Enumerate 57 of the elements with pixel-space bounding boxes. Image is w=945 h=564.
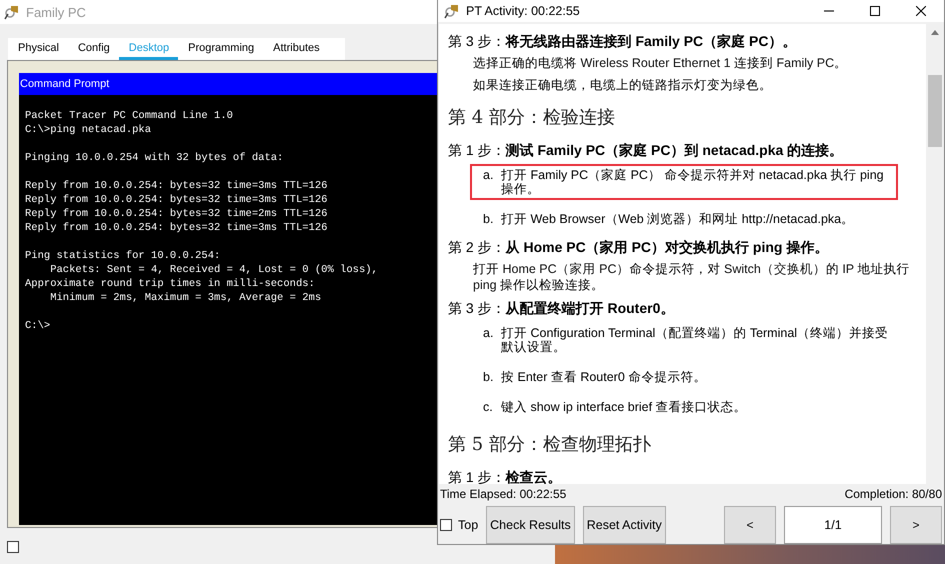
step-heading: 第 3 步：从配置终端打开 Router0。 — [448, 299, 676, 317]
checkbox[interactable] — [7, 541, 19, 553]
terminal-line: Reply from 10.0.0.254: bytes=32 time=3ms TTL=126 — [25, 179, 328, 193]
tab[interactable]: Programming — [178, 38, 264, 60]
close-icon[interactable] — [916, 6, 926, 16]
step-heading: 第 3 步：将无线路由器连接到 Family PC（家庭 PC）。 — [448, 32, 798, 50]
terminal-line: C:\>ping netacad.pka — [25, 123, 152, 137]
terminal-line: Pinging 10.0.0.254 with 32 bytes of data: — [25, 151, 284, 165]
previous-button[interactable]: < — [724, 506, 776, 544]
maximize-icon[interactable] — [870, 6, 880, 16]
terminal-line: Packets: Sent = 4, Received = 4, Lost = 0 (0% loss), — [49, 263, 378, 277]
completion: Completion: 80/80 — [844, 487, 942, 501]
tab[interactable]: Attributes — [263, 38, 329, 60]
terminal-line: Packet Tracer PC Command Line 1.0 — [25, 109, 233, 123]
list-marker: b. — [483, 212, 494, 226]
step-heading: 第 1 步：检查云。 — [448, 468, 563, 484]
list-marker: a. — [483, 326, 494, 342]
list-item-text: 打开 Configuration Terminal（配置终端）的 Terminal（终端）并接受默认设置。 — [501, 326, 890, 354]
page-indicator: 1/1 — [784, 506, 882, 544]
app-logo-icon — [4, 4, 20, 20]
instruction-text: 打开 Home PC（家用 PC）命令提示符，对 Switch（交换机）的 IP 地址执行 ping 操作以检验连接。 — [473, 261, 910, 293]
tab[interactable]: Physical — [8, 38, 68, 60]
window-title: Family PC — [26, 4, 86, 20]
terminal-line: Minimum = 2ms, Maximum = 3ms, Average = 2ms — [49, 291, 322, 305]
window-title: PT Activity: 00:22:55 — [466, 4, 580, 18]
checkbox-label: Top — [458, 518, 478, 532]
part-heading: 第 4 部分：检验连接 — [448, 106, 616, 129]
list-item-text: 打开 Web Browser（Web 浏览器）和网址 http://netacad.pka。 — [501, 212, 854, 226]
checkbox[interactable] — [440, 519, 452, 531]
list-item-text: 按 Enter 查看 Router0 命令提示符。 — [501, 370, 706, 384]
list-item-text: 打开 Family PC（家庭 PC） 命令提示符并对 netacad.pka 执行 ping 操作。 — [501, 168, 885, 196]
scrollbar[interactable] — [926, 24, 944, 484]
scroll-thumb[interactable] — [928, 75, 942, 147]
terminal-line: Reply from 10.0.0.254: bytes=32 time=3ms TTL=126 — [25, 193, 328, 207]
terminal-line: Approximate round trip times in milli-seconds: — [25, 277, 315, 291]
app-logo-icon — [444, 3, 460, 19]
terminal-line: Reply from 10.0.0.254: bytes=32 time=3ms TTL=126 — [25, 221, 328, 235]
instruction-text: 选择正确的电缆将 Wireless Router Ethernet 1 连接到 Family PC。 — [473, 55, 848, 71]
action-button[interactable]: Check Results — [486, 506, 575, 544]
tab[interactable]: Config — [68, 38, 119, 60]
instruction-text: 如果连接正确电缆，电缆上的链路指示灯变为绿色。 — [473, 77, 773, 93]
list-item-text: 键入 show ip interface brief 查看接口状态。 — [501, 400, 747, 414]
scroll-up-arrow-icon[interactable] — [931, 30, 939, 35]
part-heading: 第 5 部分：检查物理拓扑 — [448, 433, 652, 456]
terminal-line: Reply from 10.0.0.254: bytes=32 time=2ms TTL=126 — [25, 207, 328, 221]
list-marker: a. — [483, 168, 494, 184]
terminal-line: C:\> — [25, 319, 50, 333]
terminal-line: Ping statistics for 10.0.0.254: — [25, 249, 220, 263]
app-titlebar: Command Prompt — [19, 73, 437, 95]
step-heading: 第 2 步：从 Home PC（家用 PC）对交换机执行 ping 操作。 — [448, 238, 830, 256]
action-button[interactable]: Reset Activity — [582, 506, 666, 544]
list-marker: b. — [483, 370, 494, 384]
next-button[interactable]: > — [890, 506, 942, 544]
step-heading: 第 1 步：测试 Family PC（家庭 PC）到 netacad.pka 的连接。 — [448, 141, 844, 159]
minimize-icon[interactable] — [824, 10, 834, 12]
list-marker: c. — [483, 400, 494, 414]
time-elapsed: Time Elapsed: 00:22:55 — [440, 487, 566, 501]
